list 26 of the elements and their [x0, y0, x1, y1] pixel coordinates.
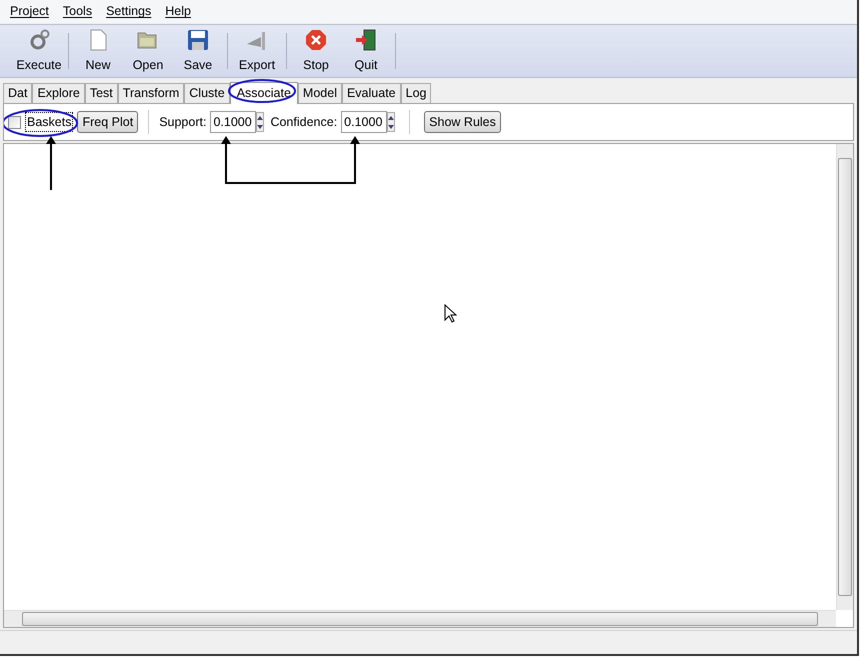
tab[interactable]: Log — [400, 83, 432, 103]
tab[interactable]: Test — [84, 83, 118, 103]
tab[interactable]: Model — [298, 83, 342, 103]
toolbar-button[interactable]: Execute — [16, 28, 62, 74]
tab[interactable]: Transform — [118, 83, 184, 103]
spin-field[interactable]: 0.1000 — [341, 111, 388, 133]
field-label: Support: — [159, 114, 206, 131]
menu-item[interactable]: Tools — [62, 2, 92, 21]
toolbar-button[interactable]: Stop — [293, 28, 339, 74]
toolbar-button[interactable]: Quit — [343, 28, 389, 74]
menu-item[interactable]: Project — [10, 2, 49, 21]
tab[interactable]: Cluste — [184, 83, 230, 103]
field-label: Confidence: — [270, 114, 338, 131]
toolbar-button[interactable]: New — [75, 28, 121, 74]
checkbox-label[interactable]: Baskets — [25, 112, 74, 132]
tab[interactable]: Explore — [32, 83, 85, 103]
toolbar-button[interactable]: Export — [234, 28, 280, 74]
button[interactable]: Show Rules — [424, 111, 501, 133]
tab[interactable]: Dat — [3, 83, 32, 103]
button[interactable]: Freq Plot — [77, 111, 138, 133]
toolbar-button[interactable]: Save — [175, 28, 221, 74]
tab[interactable]: Evaluate — [342, 83, 401, 103]
toolbar-button[interactable]: Open — [125, 28, 171, 74]
spin-field[interactable]: 0.1000 — [210, 111, 256, 133]
menu-item[interactable]: Settings — [106, 2, 152, 21]
menu-item[interactable]: Help — [165, 2, 191, 21]
